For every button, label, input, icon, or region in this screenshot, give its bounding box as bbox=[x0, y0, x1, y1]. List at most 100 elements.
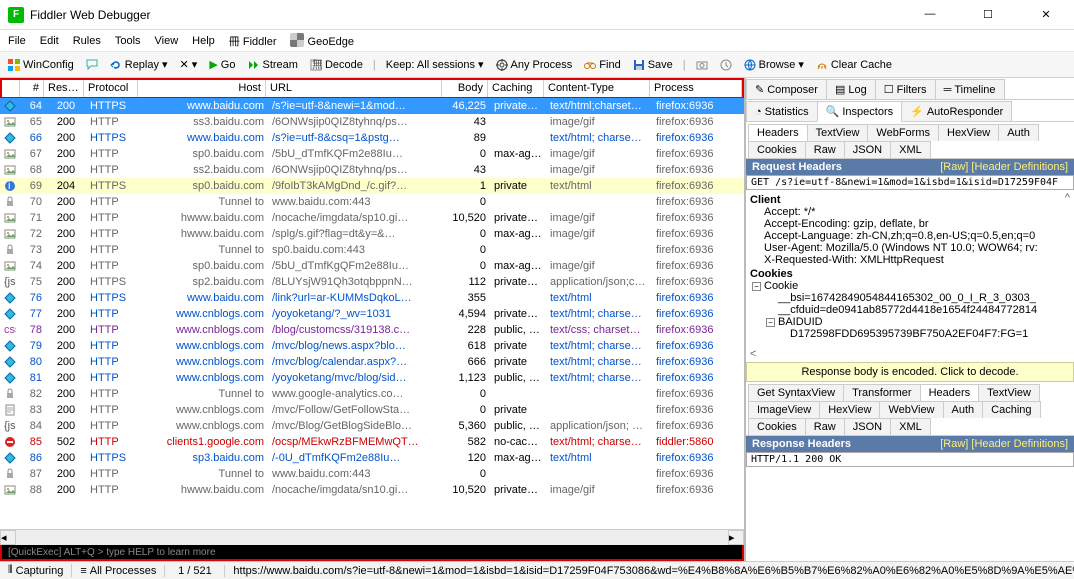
session-row[interactable]: 77200HTTPwww.cnblogs.com/yoyoketang/?_wv… bbox=[0, 306, 744, 322]
menu-geoedge[interactable]: GeoEdge bbox=[290, 33, 354, 48]
keep-sessions-button[interactable]: Keep: All sessions ▾ bbox=[384, 58, 486, 71]
session-row[interactable]: 71200HTTPhwww.baidu.com/nocache/imgdata/… bbox=[0, 210, 744, 226]
session-row[interactable]: 67200HTTPsp0.baidu.com/5bU_dTmfKQFm2e88I… bbox=[0, 146, 744, 162]
subtab-caching[interactable]: Caching bbox=[982, 401, 1040, 418]
session-row[interactable]: 65200HTTPss3.baidu.com/6ONWsjip0QIZ8tyhn… bbox=[0, 114, 744, 130]
baiduid-node[interactable]: BAIDUID bbox=[778, 316, 823, 328]
subtab-json[interactable]: JSON bbox=[844, 418, 891, 435]
col-content-type[interactable]: Content-Type bbox=[544, 80, 650, 97]
session-row[interactable]: 68200HTTPss2.baidu.com/6ONWsjip0QIZ8tyhn… bbox=[0, 162, 744, 178]
col-host[interactable]: Host bbox=[138, 80, 266, 97]
col-caching[interactable]: Caching bbox=[488, 80, 544, 97]
tab-filters[interactable]: ☐ Filters bbox=[875, 79, 936, 99]
capturing-indicator[interactable]: ⫴Capturing bbox=[0, 564, 72, 577]
session-row[interactable]: 80200HTTPwww.cnblogs.com/mvc/blog/calend… bbox=[0, 354, 744, 370]
menu-file[interactable]: File bbox=[8, 35, 26, 47]
col-icon[interactable] bbox=[2, 80, 20, 97]
subtab-hexview[interactable]: HexView bbox=[938, 124, 999, 141]
subtab-cookies[interactable]: Cookies bbox=[748, 418, 806, 435]
menu-tools[interactable]: Tools bbox=[115, 35, 141, 47]
subtab-xml[interactable]: XML bbox=[890, 141, 931, 158]
subtab-headers[interactable]: Headers bbox=[920, 384, 980, 401]
tab-statistics[interactable]: ◔ Statistics bbox=[746, 101, 818, 121]
subtab-hexview[interactable]: HexView bbox=[819, 401, 880, 418]
tab-timeline[interactable]: ═ Timeline bbox=[935, 79, 1005, 99]
browse-button[interactable]: Browse ▾ bbox=[742, 58, 806, 71]
close-button[interactable]: ✕ bbox=[1026, 8, 1066, 21]
session-row[interactable]: 74200HTTPsp0.baidu.com/5bU_dTmfKgQFm2e88… bbox=[0, 258, 744, 274]
remove-button[interactable]: ✕ ▾ bbox=[178, 58, 200, 71]
subtab-headers[interactable]: Headers bbox=[748, 124, 808, 141]
session-row[interactable]: 88200HTTPhwww.baidu.com/nocache/imgdata/… bbox=[0, 482, 744, 498]
col-id[interactable]: # bbox=[20, 80, 44, 97]
col-process[interactable]: Process bbox=[650, 80, 742, 97]
session-row[interactable]: 82200HTTPTunnel towww.google-analytics.c… bbox=[0, 386, 744, 402]
decode-button[interactable]: 無Decode bbox=[308, 59, 365, 71]
subtab-auth[interactable]: Auth bbox=[998, 124, 1039, 141]
session-row[interactable]: 72200HTTPhwww.baidu.com/splg/s.gif?flag=… bbox=[0, 226, 744, 242]
col-result[interactable]: Result bbox=[44, 80, 84, 97]
decode-response-bar[interactable]: Response body is encoded. Click to decod… bbox=[746, 362, 1074, 382]
menu-view[interactable]: View bbox=[155, 35, 179, 47]
col-protocol[interactable]: Protocol bbox=[84, 80, 138, 97]
session-row[interactable]: {js}84200HTTPwww.cnblogs.com/mvc/Blog/Ge… bbox=[0, 418, 744, 434]
tab-log[interactable]: ▤ Log bbox=[826, 79, 876, 99]
subtab-cookies[interactable]: Cookies bbox=[748, 141, 806, 158]
horizontal-scrollbar[interactable]: ◂▸ bbox=[0, 529, 744, 545]
any-process-button[interactable]: Any Process bbox=[494, 59, 575, 71]
col-url[interactable]: URL bbox=[266, 80, 442, 97]
tree-toggle-icon[interactable]: − bbox=[766, 318, 775, 327]
session-row[interactable]: 85502HTTPclients1.google.com/ocsp/MEkwRz… bbox=[0, 434, 744, 450]
minimize-button[interactable]: — bbox=[910, 8, 950, 21]
save-button[interactable]: Save bbox=[631, 59, 675, 71]
subtab-textview[interactable]: TextView bbox=[807, 124, 869, 141]
session-row[interactable]: 83200HTTPwww.cnblogs.com/mvc/Follow/GetF… bbox=[0, 402, 744, 418]
subtab-raw[interactable]: Raw bbox=[805, 418, 845, 435]
subtab-transformer[interactable]: Transformer bbox=[843, 384, 921, 401]
menu-fiddler[interactable]: 冊 Fiddler bbox=[229, 33, 277, 49]
cookie-node[interactable]: Cookie bbox=[764, 280, 798, 292]
session-row[interactable]: 79200HTTPwww.cnblogs.com/mvc/blog/news.a… bbox=[0, 338, 744, 354]
session-row[interactable]: 73200HTTPTunnel tosp0.baidu.com:4430fire… bbox=[0, 242, 744, 258]
screenshot-button[interactable] bbox=[694, 59, 710, 71]
session-row[interactable]: i69204HTTPSsp0.baidu.com/9foIbT3kAMgDnd_… bbox=[0, 178, 744, 194]
replay-button[interactable]: Replay ▾ bbox=[108, 58, 170, 71]
timer-button[interactable] bbox=[718, 59, 734, 71]
menu-rules[interactable]: Rules bbox=[73, 35, 101, 47]
request-headers-links[interactable]: [Raw] [Header Definitions] bbox=[940, 161, 1068, 173]
subtab-json[interactable]: JSON bbox=[844, 141, 891, 158]
maximize-button[interactable]: ☐ bbox=[968, 8, 1008, 21]
session-grid-body[interactable]: 64200HTTPSwww.baidu.com/s?ie=utf-8&newi=… bbox=[0, 98, 744, 529]
clear-cache-button[interactable]: Clear Cache bbox=[814, 59, 894, 71]
subtab-textview[interactable]: TextView bbox=[978, 384, 1040, 401]
tab-composer[interactable]: ✎ Composer bbox=[746, 79, 827, 99]
tab-autoresponder[interactable]: ⚡ AutoResponder bbox=[901, 101, 1012, 121]
col-body[interactable]: Body bbox=[442, 80, 488, 97]
subtab-webforms[interactable]: WebForms bbox=[867, 124, 939, 141]
subtab-xml[interactable]: XML bbox=[890, 418, 931, 435]
session-row[interactable]: {js}75200HTTPSsp2.baidu.com/8LUYsjW91Qh3… bbox=[0, 274, 744, 290]
session-row[interactable]: css78200HTTPwww.cnblogs.com/blog/customc… bbox=[0, 322, 744, 338]
winconfig-button[interactable]: WinConfig bbox=[6, 59, 76, 71]
subtab-auth[interactable]: Auth bbox=[943, 401, 984, 418]
session-row[interactable]: 81200HTTPwww.cnblogs.com/yoyoketang/mvc/… bbox=[0, 370, 744, 386]
session-row[interactable]: 87200HTTPTunnel towww.baidu.com:4430fire… bbox=[0, 466, 744, 482]
quickexec-bar[interactable]: [QuickExec] ALT+Q > type HELP to learn m… bbox=[0, 545, 744, 561]
session-row[interactable]: 86200HTTPSsp3.baidu.com/-0U_dTmfKQFm2e88… bbox=[0, 450, 744, 466]
subtab-webview[interactable]: WebView bbox=[879, 401, 943, 418]
session-row[interactable]: 70200HTTPTunnel towww.baidu.com:4430fire… bbox=[0, 194, 744, 210]
request-headers-tree[interactable]: Client Accept: */*Accept-Encoding: gzip,… bbox=[746, 190, 1074, 362]
session-row[interactable]: 64200HTTPSwww.baidu.com/s?ie=utf-8&newi=… bbox=[0, 98, 744, 114]
go-button[interactable]: ▶ Go bbox=[207, 58, 237, 71]
session-row[interactable]: 76200HTTPSwww.baidu.com/link?url=ar-KUMM… bbox=[0, 290, 744, 306]
menu-edit[interactable]: Edit bbox=[40, 35, 59, 47]
tab-inspectors[interactable]: 🔍 Inspectors bbox=[817, 101, 902, 122]
stream-button[interactable]: Stream bbox=[245, 59, 299, 71]
comment-button[interactable] bbox=[84, 59, 100, 71]
tree-toggle-icon[interactable]: − bbox=[752, 282, 761, 291]
menu-help[interactable]: Help bbox=[192, 35, 215, 47]
session-row[interactable]: 66200HTTPSwww.baidu.com/s?ie=utf-8&csq=1… bbox=[0, 130, 744, 146]
process-filter[interactable]: ≡All Processes bbox=[72, 565, 165, 577]
response-headers-links[interactable]: [Raw] [Header Definitions] bbox=[940, 438, 1068, 450]
subtab-get-syntaxview[interactable]: Get SyntaxView bbox=[748, 384, 844, 401]
